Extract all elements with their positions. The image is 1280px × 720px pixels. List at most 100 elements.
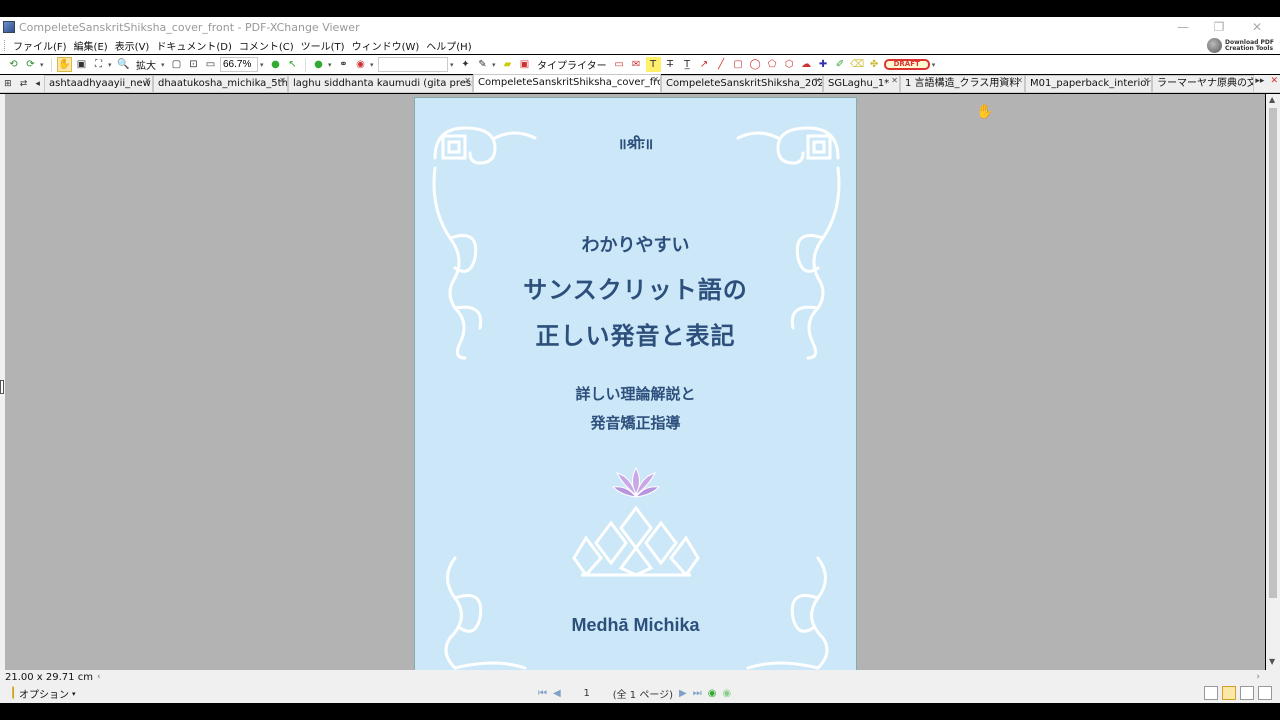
refresh-icon[interactable]: ⟳	[23, 57, 38, 72]
continuous-view-icon[interactable]	[1222, 686, 1236, 700]
fit-page-icon[interactable]: ⊡	[186, 57, 201, 72]
eye-icon[interactable]: ◉	[353, 57, 368, 72]
eraser-icon[interactable]: ⌫	[850, 57, 865, 72]
menu-tools[interactable]: ツール(T)	[301, 38, 352, 53]
tab-nav-controls[interactable]: ⊞ ⇄ ◂	[0, 75, 44, 92]
chevron-down-icon[interactable]: ▾	[260, 61, 266, 69]
zoom-level-field[interactable]	[220, 57, 258, 72]
open-icon[interactable]: ⟲	[6, 57, 21, 72]
menu-document[interactable]: ドキュメント(D)	[156, 38, 239, 53]
scroll-right-icon[interactable]: ›	[1256, 672, 1260, 682]
menu-file[interactable]: ファイル(F)	[13, 38, 74, 53]
stamp-icon[interactable]: ✤	[867, 57, 882, 72]
menu-view[interactable]: 表示(V)	[115, 38, 157, 53]
menu-help[interactable]: ヘルプ(H)	[426, 38, 478, 53]
tab-scroll-icon[interactable]: ⇄	[20, 79, 28, 89]
close-icon[interactable]: ✕	[464, 76, 471, 89]
tab-laghu-siddhanta[interactable]: laghu siddhanta kaumudi (gita press) ✕	[288, 75, 473, 92]
chevron-down-icon[interactable]: ▾	[108, 61, 114, 69]
facing-view-icon[interactable]	[1240, 686, 1254, 700]
cloud-tool-icon[interactable]: ☁	[799, 57, 814, 72]
cursor-icon[interactable]: ↖	[285, 57, 300, 72]
close-button[interactable]: ✕	[1240, 17, 1274, 37]
callout-icon[interactable]: ✉	[629, 57, 644, 72]
tab-overflow-controls[interactable]: ▸▸ ✕	[1255, 76, 1278, 86]
underline-icon[interactable]: T̲	[680, 57, 695, 72]
chevron-down-icon[interactable]: ▾	[492, 61, 498, 69]
tab-more-icon[interactable]: ▸▸	[1255, 76, 1264, 86]
oval-tool-icon[interactable]: ◯	[748, 57, 763, 72]
side-panel-toggle[interactable]	[0, 380, 4, 394]
last-page-icon[interactable]: ⏭	[693, 688, 702, 699]
download-pdf-tools-button[interactable]: Download PDF Creation Tools	[1206, 37, 1274, 54]
pin-icon[interactable]: ✚	[816, 57, 831, 72]
scroll-up-icon[interactable]: ▲	[1269, 95, 1275, 104]
chevron-down-icon[interactable]: ▾	[40, 61, 46, 69]
back-view-icon[interactable]: ◉	[708, 688, 717, 699]
pencil-tool-icon[interactable]: ✎	[475, 57, 490, 72]
vertical-scroll-thumb[interactable]	[1269, 108, 1277, 598]
scroll-left-icon[interactable]: ‹	[93, 672, 101, 682]
polyline-tool-icon[interactable]: ⬡	[782, 57, 797, 72]
chevron-down-icon[interactable]: ▾	[328, 61, 334, 69]
scroll-down-icon[interactable]: ▼	[1269, 657, 1275, 666]
chevron-down-icon[interactable]: ▾	[450, 61, 456, 69]
arrow-tool-icon[interactable]: ↗	[697, 57, 712, 72]
highlight-icon[interactable]: T	[645, 57, 661, 72]
go-back-icon[interactable]: ●	[268, 57, 283, 72]
close-icon[interactable]: ✕	[652, 75, 659, 88]
draft-stamp-button[interactable]: DRAFT	[883, 59, 930, 70]
tab-dhaatukosha[interactable]: dhaatukosha_michika_5th ✕	[153, 75, 288, 92]
fit-width-icon[interactable]: ▭	[203, 57, 218, 72]
menu-comment[interactable]: コメント(C)	[239, 38, 301, 53]
current-page-field[interactable]: 1	[567, 688, 607, 699]
tab-sglaghu[interactable]: SGLaghu_1* ✕	[823, 75, 900, 92]
close-icon[interactable]: ✕	[814, 76, 821, 89]
chevron-down-icon[interactable]: ▾	[370, 61, 376, 69]
hand-tool-icon[interactable]: ✋	[57, 57, 72, 72]
close-all-icon[interactable]: ✕	[1270, 76, 1278, 86]
chevron-down-icon[interactable]: ▾	[161, 61, 167, 69]
typewriter-label[interactable]: タイプライター	[534, 57, 610, 72]
stamp-tool-icon[interactable]: ✦	[458, 57, 473, 72]
tab-cover-front[interactable]: CompeleteSanskritShiksha_cover_fro... ✕	[473, 74, 661, 92]
tab-ashtaadhyaayii[interactable]: ashtaadhyaayii_new ✕	[44, 75, 153, 92]
rectangle-tool-icon[interactable]: ▢	[731, 57, 746, 72]
actual-size-icon[interactable]: ▢	[169, 57, 184, 72]
document-viewport[interactable]: ॥श्रीः॥ わかりやすい サンスクリット語の 正しい発音と表記 詳しい理論解…	[5, 94, 1265, 670]
previous-page-icon[interactable]: ◀	[553, 688, 561, 699]
tab-m01-paperback[interactable]: M01_paperback_interior ✕	[1025, 75, 1152, 92]
chevron-down-icon[interactable]: ▾	[932, 61, 938, 69]
vertical-scrollbar[interactable]: ▲ ▼	[1266, 94, 1280, 670]
tab-ramayana[interactable]: ラーマーヤナ原典の文法	[1152, 75, 1254, 92]
close-icon[interactable]: ✕	[144, 76, 151, 89]
strikeout-icon[interactable]: T̶	[663, 57, 678, 72]
search-input[interactable]	[378, 57, 448, 72]
tab-gengo-kouzou[interactable]: 1 言語構造_クラス用資料 ✕	[900, 75, 1025, 92]
snapshot-icon[interactable]: ⛶	[91, 57, 106, 72]
tab-left-icon[interactable]: ◂	[35, 79, 40, 89]
line-tool-icon[interactable]: ╱	[714, 57, 729, 72]
polygon-tool-icon[interactable]: ⬠	[765, 57, 780, 72]
minimize-button[interactable]: —	[1166, 17, 1200, 37]
note-icon[interactable]: ▰	[500, 57, 515, 72]
select-text-icon[interactable]: ▣	[74, 57, 89, 72]
options-button[interactable]: ┃ オプション ▾	[0, 686, 76, 701]
first-page-icon[interactable]: ⏮	[538, 688, 547, 699]
forward-view-icon[interactable]: ◉	[722, 688, 731, 699]
binoculars-icon[interactable]: ⚭	[336, 57, 351, 72]
textbox-icon[interactable]: ▭	[612, 57, 627, 72]
single-page-view-icon[interactable]	[1204, 686, 1218, 700]
zoom-in-icon[interactable]: 🔍	[116, 57, 131, 72]
close-icon[interactable]: ✕	[891, 76, 898, 89]
close-icon[interactable]: ✕	[1143, 76, 1150, 89]
go-forward-icon[interactable]: ●	[311, 57, 326, 72]
next-page-icon[interactable]: ▶	[679, 688, 687, 699]
menu-edit[interactable]: 編集(E)	[74, 38, 115, 53]
tab-list-icon[interactable]: ⊞	[4, 79, 12, 89]
zoom-in-label[interactable]: 拡大	[133, 57, 159, 72]
tab-sanskrit-shiksha-2021[interactable]: CompeleteSanskritShiksha_2021 ✕	[661, 75, 823, 92]
pencil-draw-icon[interactable]: ✐	[833, 57, 848, 72]
continuous-facing-view-icon[interactable]	[1258, 686, 1272, 700]
close-icon[interactable]: ✕	[279, 76, 286, 89]
